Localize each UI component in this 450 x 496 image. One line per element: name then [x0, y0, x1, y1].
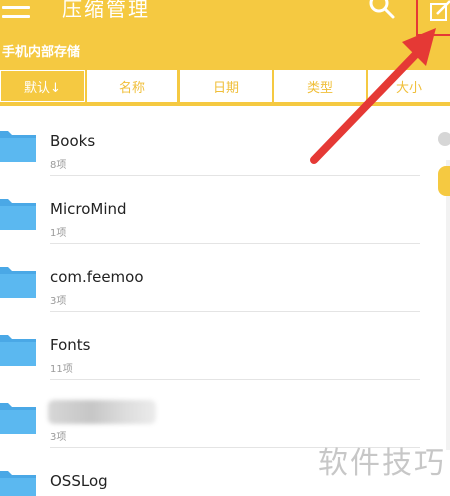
list-item[interactable]: Fonts 11项 [0, 312, 420, 380]
storage-path[interactable]: 手机内部存储 [2, 41, 80, 60]
sort-tab-name[interactable]: 名称 [87, 70, 177, 102]
folder-item-count: 3项 [50, 296, 67, 307]
path-bar: 手机内部存储 [0, 40, 450, 66]
folder-name: MicroMind [50, 200, 127, 218]
sort-tab-default[interactable]: 默认↓ [0, 70, 85, 102]
folder-name: Books [50, 132, 96, 150]
folder-icon [0, 403, 36, 434]
sort-tab-type[interactable]: 类型 [274, 70, 366, 102]
hamburger-menu-icon[interactable] [2, 0, 32, 18]
sort-tab-size[interactable]: 大小 [368, 70, 450, 102]
watermark: 软件技巧 [318, 446, 446, 481]
sort-bar: 默认↓ 名称 日期 类型 大小 [0, 66, 450, 106]
scroll-indicator-icon [438, 132, 450, 146]
edit-button[interactable] [416, 0, 450, 36]
folder-icon [0, 335, 36, 366]
folder-item-count: 1项 [50, 228, 67, 239]
list-item[interactable]: Books 8项 [0, 108, 420, 176]
folder-name: com.feemoo [50, 268, 144, 286]
list-item[interactable]: com.feemoo 3项 [0, 244, 420, 312]
edit-icon [430, 0, 450, 21]
folder-icon [0, 131, 36, 162]
folder-icon [0, 267, 36, 298]
scrollbar-thumb[interactable] [438, 166, 450, 196]
app-title: 压缩管理 [62, 0, 150, 21]
blurred-folder-name [48, 400, 156, 424]
sort-tab-date[interactable]: 日期 [180, 70, 272, 102]
app-bar: 压缩管理 [0, 0, 450, 40]
search-icon[interactable] [368, 0, 396, 20]
scrollbar-track [446, 160, 450, 450]
folder-name: Fonts [50, 336, 91, 354]
folder-item-count: 11项 [50, 364, 73, 375]
list-item[interactable]: MicroMind 1项 [0, 176, 420, 244]
folder-item-count: 3项 [50, 432, 67, 443]
folder-name: OSSLog [50, 472, 108, 490]
folder-icon [0, 471, 36, 496]
folder-item-count: 8项 [50, 160, 67, 171]
folder-icon [0, 199, 36, 230]
